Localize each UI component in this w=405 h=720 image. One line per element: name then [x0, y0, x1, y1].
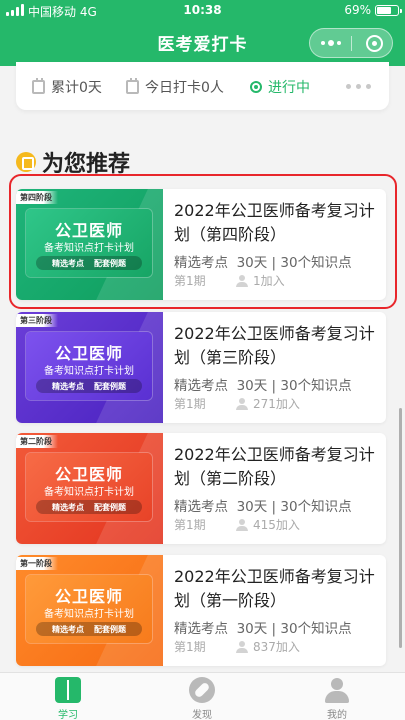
battery-percent: 69% [344, 3, 371, 17]
cover-panel: 公卫医师 备考知识点打卡计划 精选考点 配套例题 [26, 209, 152, 277]
join-count: 1加入 [236, 272, 285, 289]
person-icon [236, 518, 248, 531]
stage-label: 第四阶段 [16, 191, 58, 204]
user-icon [324, 677, 350, 703]
course-period: 第1期 [174, 640, 206, 654]
course-card[interactable]: 第四阶段 公卫医师 备考知识点打卡计划 精选考点 配套例题 2022年公卫医师备考… [16, 189, 386, 300]
course-meta: 精选考点 30天 | 30个知识点 [174, 621, 352, 637]
tab-label: 学习 [58, 710, 78, 720]
cover-tags: 精选考点 配套例题 [36, 500, 142, 514]
join-count: 837加入 [236, 638, 300, 655]
scrollbar[interactable] [399, 408, 402, 648]
course-meta: 精选考点 30天 | 30个知识点 [174, 378, 352, 394]
cover-tags: 精选考点 配套例题 [36, 256, 142, 270]
stage-label: 第三阶段 [16, 314, 58, 327]
course-title: 2022年公卫医师备考复习计划（第四阶段） [174, 201, 375, 244]
tab-discover[interactable]: 发现 [172, 677, 232, 720]
close-miniapp-icon[interactable] [366, 35, 383, 52]
cover-subtitle: 备考知识点打卡计划 [44, 366, 134, 377]
course-meta: 精选考点 30天 | 30个知识点 [174, 499, 352, 515]
person-icon [236, 640, 248, 653]
cover-subtitle: 备考知识点打卡计划 [44, 243, 134, 254]
cover-subtitle: 备考知识点打卡计划 [44, 487, 134, 498]
tab-label: 发现 [192, 710, 212, 720]
more-menu-icon[interactable] [310, 29, 352, 57]
course-card[interactable]: 第二阶段 公卫医师 备考知识点打卡计划 精选考点 配套例题 2022年公卫医师备考… [16, 433, 386, 544]
stage-label: 第二阶段 [16, 435, 58, 448]
cover-panel: 公卫医师 备考知识点打卡计划 精选考点 配套例题 [26, 453, 152, 521]
course-title: 2022年公卫医师备考复习计划（第一阶段） [174, 567, 375, 610]
today-checkins-label: 今日打卡0人 [145, 80, 224, 96]
battery-icon [375, 5, 402, 16]
course-cover: 第一阶段 公卫医师 备考知识点打卡计划 精选考点 配套例题 [16, 555, 163, 666]
course-cover: 第四阶段 公卫医师 备考知识点打卡计划 精选考点 配套例题 [16, 189, 163, 300]
checkin-stats-card: 累计0天 今日打卡0人 进行中 [16, 62, 389, 110]
cover-title: 公卫医师 [54, 587, 123, 606]
course-title: 2022年公卫医师备考复习计划（第三阶段） [174, 324, 375, 367]
section-header: 为您推荐 [16, 146, 130, 178]
status-bar: 中国移动 4G 10:38 69% [0, 0, 405, 22]
recommend-icon [16, 152, 36, 172]
section-title: 为您推荐 [42, 152, 131, 177]
miniapp-capsule [309, 28, 393, 58]
status-label: 进行中 [268, 80, 310, 96]
status-dot-icon [250, 81, 262, 93]
course-cover: 第二阶段 公卫医师 备考知识点打卡计划 精选考点 配套例题 [16, 433, 163, 544]
cover-tags: 精选考点 配套例题 [36, 379, 142, 393]
more-options-icon[interactable] [346, 84, 371, 89]
tab-study[interactable]: 学习 [38, 677, 98, 720]
course-period: 第1期 [174, 274, 206, 288]
course-card[interactable]: 第三阶段 公卫医师 备考知识点打卡计划 精选考点 配套例题 2022年公卫医师备考… [16, 312, 386, 423]
person-icon [236, 274, 248, 287]
capsule-divider [351, 36, 352, 51]
course-card[interactable]: 第一阶段 公卫医师 备考知识点打卡计划 精选考点 配套例题 2022年公卫医师备考… [16, 555, 386, 666]
join-count: 415加入 [236, 516, 300, 533]
person-icon [236, 397, 248, 410]
compass-icon [189, 677, 215, 703]
tab-bar: 学习 发现 我的 [0, 672, 405, 720]
cover-panel: 公卫医师 备考知识点打卡计划 精选考点 配套例题 [26, 332, 152, 400]
top-bar: 中国移动 4G 10:38 69% 医考爱打卡 [0, 0, 405, 66]
tab-label: 我的 [327, 710, 347, 720]
course-period: 第1期 [174, 518, 206, 532]
book-icon [55, 677, 81, 703]
course-period: 第1期 [174, 397, 206, 411]
cover-title: 公卫医师 [54, 465, 123, 484]
total-days-label: 累计0天 [51, 80, 102, 96]
tab-mine[interactable]: 我的 [307, 677, 367, 720]
cover-title: 公卫医师 [54, 344, 123, 363]
cover-subtitle: 备考知识点打卡计划 [44, 609, 134, 620]
stage-label: 第一阶段 [16, 557, 58, 570]
course-title: 2022年公卫医师备考复习计划（第二阶段） [174, 445, 375, 488]
cover-title: 公卫医师 [54, 221, 123, 240]
checklist-icon [126, 78, 139, 94]
course-cover: 第三阶段 公卫医师 备考知识点打卡计划 精选考点 配套例题 [16, 312, 163, 423]
cover-tags: 精选考点 配套例题 [36, 622, 142, 636]
cover-panel: 公卫医师 备考知识点打卡计划 精选考点 配套例题 [26, 575, 152, 643]
total-days: 累计0天 [32, 77, 102, 97]
course-meta: 精选考点 30天 | 30个知识点 [174, 255, 352, 271]
today-checkins: 今日打卡0人 [126, 77, 224, 97]
status-indicator: 进行中 [250, 77, 310, 97]
calendar-icon [32, 78, 45, 94]
join-count: 271加入 [236, 395, 300, 412]
